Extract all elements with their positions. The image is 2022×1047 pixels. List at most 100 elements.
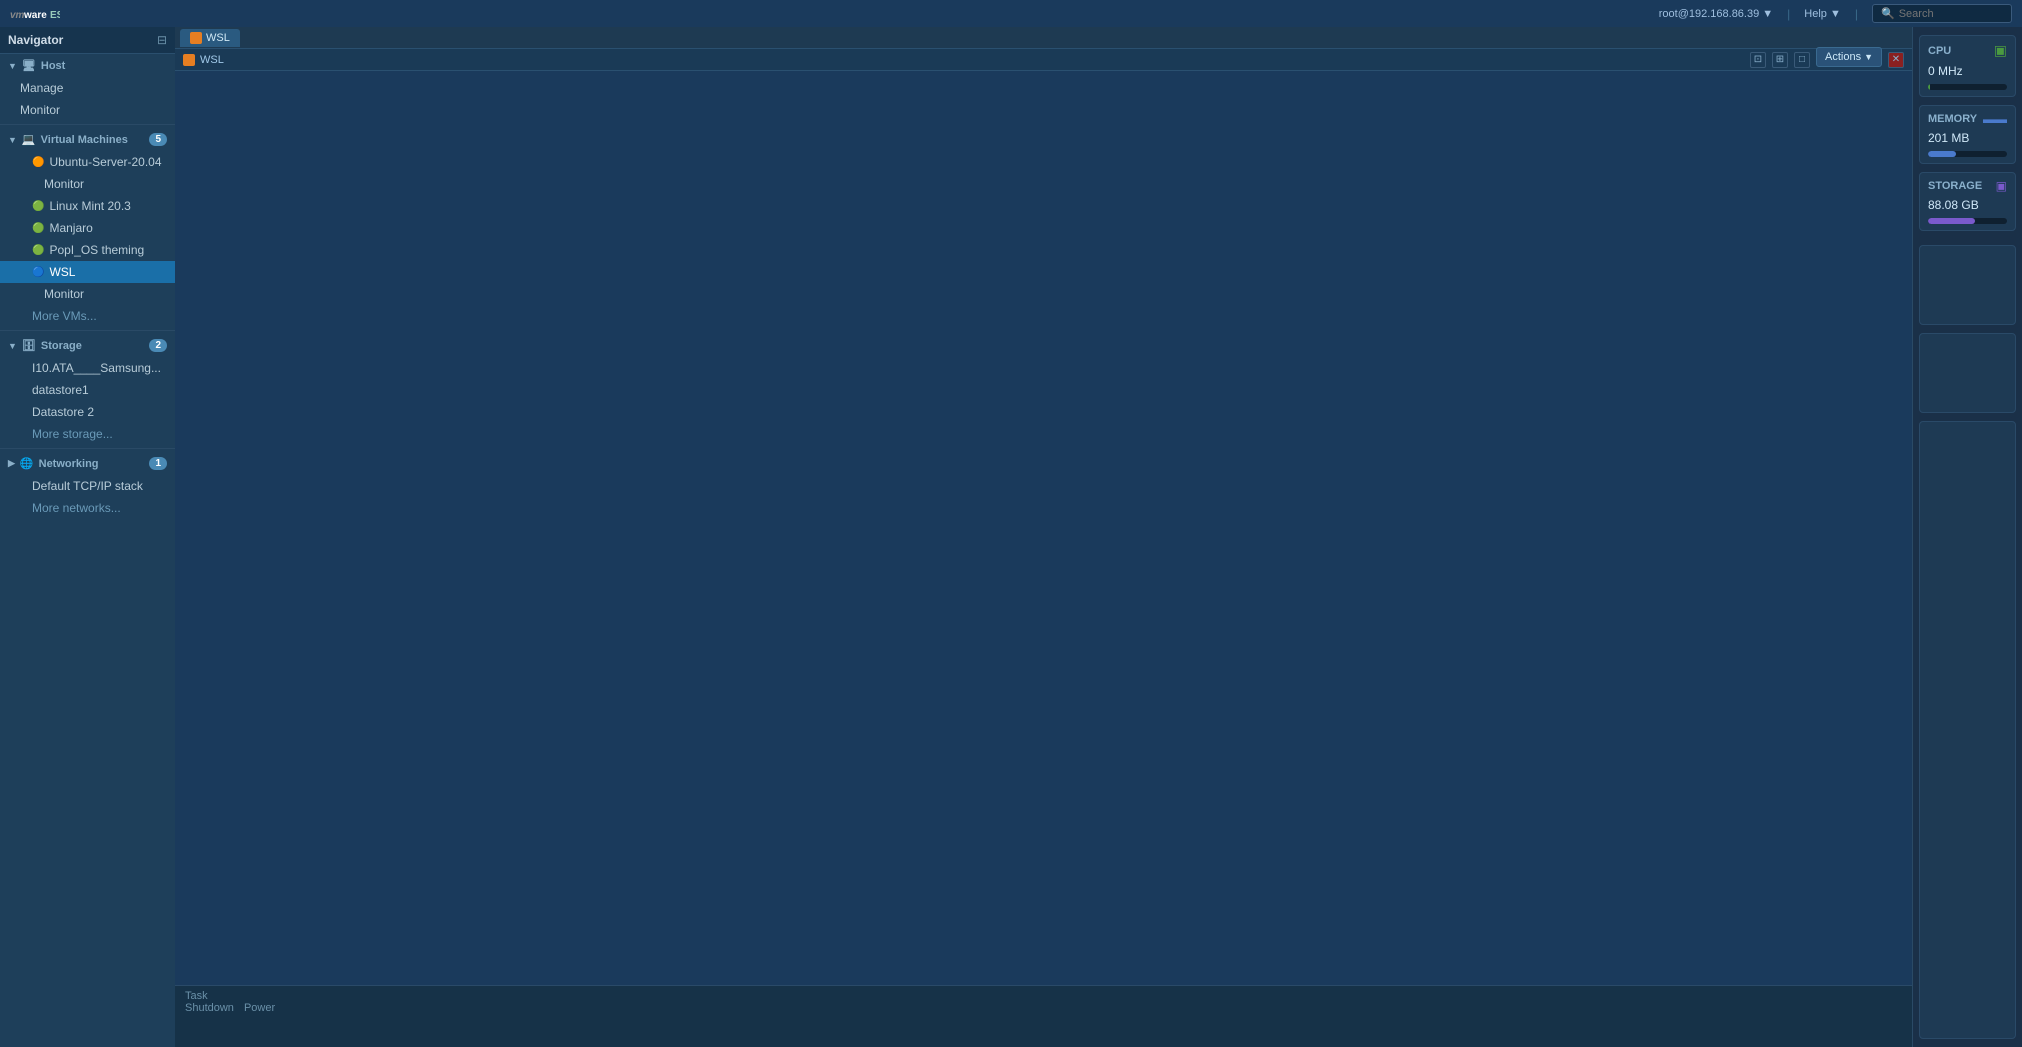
sidebar-item-wsl-monitor[interactable]: Monitor — [0, 283, 175, 305]
cpu-stat-header: CPU ▣ — [1928, 42, 2007, 59]
datastore1-label: datastore1 — [32, 383, 89, 397]
vm-linuxmint-icon: 🟢 — [32, 201, 44, 212]
user-info[interactable]: root@192.168.86.39 ▼ — [1659, 8, 1773, 20]
mem-icon: ▬▬ — [1983, 112, 2007, 126]
sidebar-item-monitor[interactable]: Monitor — [0, 99, 175, 121]
vm-wsl-icon: 🔵 — [32, 267, 44, 278]
sidebar-item-linuxmint[interactable]: 🟢 Linux Mint 20.3 — [0, 195, 175, 217]
close-btn[interactable]: ✕ — [1888, 52, 1904, 68]
cpu-icon: ▣ — [1994, 42, 2007, 59]
sidebar-item-ubuntu-monitor[interactable]: Monitor — [0, 173, 175, 195]
sidebar-item-more-storage[interactable]: More storage... — [0, 423, 175, 445]
storage-bar-container — [1928, 218, 2007, 224]
right-panel: CPU ▣ 0 MHz MEMORY ▬▬ 201 MB STORAGE ▣ — [1912, 27, 2022, 1047]
svg-text:ESXi: ESXi — [50, 10, 60, 21]
actions-label: Actions — [1825, 51, 1861, 63]
svg-text:ware: ware — [23, 10, 47, 21]
cpu-label: CPU — [1928, 45, 1951, 57]
chevron-down-icon-2: ▼ — [8, 135, 17, 145]
panel-placeholder-3 — [1919, 421, 2016, 1039]
sidebar-group-vms[interactable]: ▼ 💻 Virtual Machines 5 — [0, 128, 175, 151]
sidebar-group-storage[interactable]: ▼ 🗄 Storage 2 — [0, 334, 175, 357]
tile-btn[interactable]: ⊞ — [1772, 52, 1788, 68]
actions-button[interactable]: Actions ▼ — [1816, 47, 1882, 67]
ata-label: I10.ATA____Samsung... — [32, 361, 161, 375]
storage-bar — [1928, 218, 1975, 224]
more-vms-label: More VMs... — [32, 309, 97, 323]
default-tcp-label: Default TCP/IP stack — [32, 479, 143, 493]
restore-btn[interactable]: ⊡ — [1750, 52, 1766, 68]
storage-badge: 2 — [149, 339, 167, 352]
sidebar-item-manage[interactable]: Manage — [0, 77, 175, 99]
wsl-window-title: WSL — [183, 54, 224, 66]
help-link[interactable]: Help ▼ — [1804, 8, 1841, 20]
storage-icon: 🗄 — [22, 339, 36, 352]
sidebar-vms-label: Virtual Machines — [41, 134, 128, 146]
datastore2-label: Datastore 2 — [32, 405, 94, 419]
sidebar-item-default-tcp[interactable]: Default TCP/IP stack — [0, 475, 175, 497]
manage-label: Manage — [20, 81, 63, 95]
sidebar-group-host[interactable]: ▼ 🖥 Host — [0, 54, 175, 77]
wsl-monitor-label: Monitor — [44, 287, 84, 301]
vm-popos-icon: 🟢 — [32, 245, 44, 256]
chevron-down-icon-3: ▼ — [8, 341, 17, 351]
tab-wsl-label: WSL — [206, 32, 230, 44]
chevron-down-icon-4: ▶ — [8, 458, 15, 469]
window-tab-bar: WSL — [175, 27, 1912, 49]
sidebar-networking-label: Networking — [39, 458, 99, 470]
task-label: Task — [185, 990, 208, 1002]
memory-stat-card: MEMORY ▬▬ 201 MB — [1919, 105, 2016, 164]
sidebar-group-networking[interactable]: ▶ 🌐 Networking 1 — [0, 452, 175, 475]
vms-badge: 5 — [149, 133, 167, 146]
wsl-win-icon — [183, 54, 195, 66]
sidebar-item-manjaro[interactable]: 🟢 Manjaro — [0, 217, 175, 239]
sidebar-item-datastore2[interactable]: Datastore 2 — [0, 401, 175, 423]
sidebar-item-wsl[interactable]: 🔵 WSL — [0, 261, 175, 283]
divider-3 — [0, 448, 175, 449]
search-input[interactable] — [1899, 8, 1999, 20]
shutdown-label: Shutdown — [185, 1002, 234, 1014]
sidebar-item-ubuntu[interactable]: 🟠 Ubuntu-Server-20.04 — [0, 151, 175, 173]
manjaro-label: Manjaro — [49, 221, 92, 235]
vm-icon: 💻 — [22, 133, 36, 146]
sidebar-collapse-icon[interactable]: ⊟ — [157, 33, 167, 47]
content-area: WSL WSL ⊡ ⊞ □ Actions ▼ ✕ — [175, 27, 1912, 1047]
monitor-label: Monitor — [20, 103, 60, 117]
svg-text:vm: vm — [10, 10, 25, 21]
mem-bar — [1928, 151, 1956, 157]
ubuntu-label: Ubuntu-Server-20.04 — [49, 155, 161, 169]
vm-manjaro-icon: 🟢 — [32, 223, 44, 234]
chevron-down-icon: ▼ — [8, 61, 17, 71]
more-storage-label: More storage... — [32, 427, 113, 441]
sidebar-item-more-vms[interactable]: More VMs... — [0, 305, 175, 327]
bottom-status-row: Task — [185, 990, 1902, 1002]
top-search[interactable]: 🔍 — [1872, 4, 2012, 23]
spacer-1 — [1919, 239, 2016, 243]
panel-placeholder-1 — [1919, 245, 2016, 325]
wsl-title-label: WSL — [200, 54, 224, 66]
storage-icon: ▣ — [1996, 179, 2007, 193]
actions-chevron: ▼ — [1864, 52, 1873, 62]
cpu-stat-card: CPU ▣ 0 MHz — [1919, 35, 2016, 97]
sidebar-item-popos[interactable]: 🟢 PopI_OS theming — [0, 239, 175, 261]
cpu-bar-container — [1928, 84, 2007, 90]
divider-2 — [0, 330, 175, 331]
networking-badge: 1 — [149, 457, 167, 470]
window-tab-wsl[interactable]: WSL — [180, 29, 240, 47]
host-icon: 🖥 — [22, 59, 36, 72]
top-bar-right: root@192.168.86.39 ▼ | Help ▼ | 🔍 — [1659, 4, 2012, 23]
maximize-btn[interactable]: □ — [1794, 52, 1810, 68]
storage-label: STORAGE — [1928, 180, 1982, 192]
bottom-status-row-2: Shutdown Power — [185, 1002, 1902, 1014]
sidebar-title: Navigator — [8, 33, 63, 47]
top-bar-left: vm ware ESXi — [10, 7, 60, 21]
sidebar-item-ata[interactable]: I10.ATA____Samsung... — [0, 357, 175, 379]
more-networks-label: More networks... — [32, 501, 121, 515]
sidebar-item-more-networks[interactable]: More networks... — [0, 497, 175, 519]
linuxmint-label: Linux Mint 20.3 — [49, 199, 130, 213]
top-bar: vm ware ESXi root@192.168.86.39 ▼ | Help… — [0, 0, 2022, 27]
sidebar-item-datastore1[interactable]: datastore1 — [0, 379, 175, 401]
cpu-value: 0 MHz — [1928, 64, 1963, 78]
storage-stat-header: STORAGE ▣ — [1928, 179, 2007, 193]
vm-ubuntu-icon: 🟠 — [32, 157, 44, 168]
